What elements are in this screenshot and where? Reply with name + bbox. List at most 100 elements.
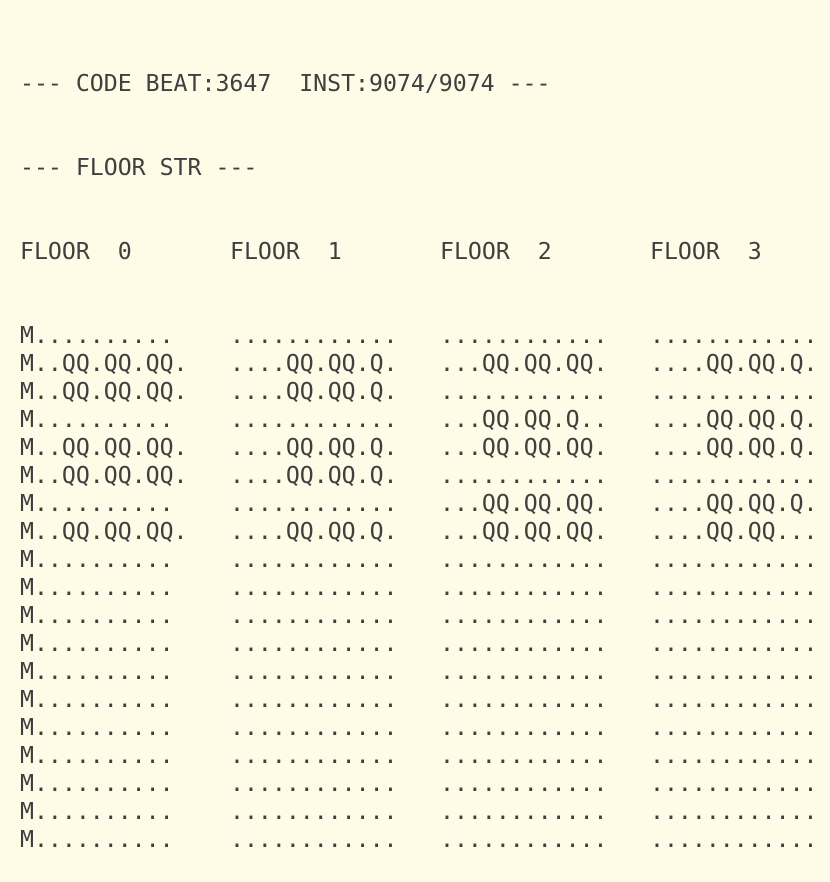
floor-cell: ............ bbox=[650, 630, 818, 657]
floor-cell: M..QQ.QQ.QQ. bbox=[20, 378, 188, 405]
floor-cell: ...QQ.QQ.QQ. bbox=[440, 490, 608, 517]
floor-cell: ............ bbox=[650, 770, 818, 797]
floor-cell: M.......... bbox=[20, 546, 174, 573]
floor-grid-row: M..QQ.QQ.QQ. ....QQ.QQ.Q. ...QQ.QQ.QQ.....… bbox=[20, 434, 830, 462]
floor-cell: M.......... bbox=[20, 630, 174, 657]
floor-grid-row: M.......................................… bbox=[20, 658, 830, 686]
floor-cell: ............ bbox=[440, 602, 608, 629]
floor-cell: ............ bbox=[650, 574, 818, 601]
floor-cell: ....QQ.QQ... bbox=[650, 518, 818, 545]
floor-cell: ............ bbox=[230, 406, 398, 433]
floor-cell: ............ bbox=[650, 826, 818, 853]
floor-grid-row: M.......................................… bbox=[20, 742, 830, 770]
floor-cell: ............ bbox=[650, 686, 818, 713]
floor-cell: ............ bbox=[230, 798, 398, 825]
code-beat-header: --- CODE BEAT:3647 INST:9074/9074 --- bbox=[20, 70, 551, 97]
floor-cell: M.......... bbox=[20, 798, 174, 825]
floor-cell: ............ bbox=[650, 546, 818, 573]
floor-cell: ............ bbox=[440, 826, 608, 853]
floor-cell: M.......... bbox=[20, 406, 174, 433]
floor-cell: ............ bbox=[230, 322, 398, 349]
floor-cell: M.......... bbox=[20, 658, 174, 685]
floor-cell: ............ bbox=[440, 742, 608, 769]
floor-cell: ............ bbox=[230, 714, 398, 741]
floor-grid: M.......................................… bbox=[20, 322, 830, 854]
floor-cell: ............ bbox=[230, 826, 398, 853]
floor-cell: ...QQ.QQ.QQ. bbox=[440, 518, 608, 545]
floor-cell: ............ bbox=[440, 378, 608, 405]
floor-cell: ............ bbox=[440, 658, 608, 685]
floor-cell: M.......... bbox=[20, 490, 174, 517]
floor-cell: ....QQ.QQ.Q. bbox=[230, 434, 398, 461]
floor-grid-row: M..QQ.QQ.QQ. ....QQ.QQ.Q.................… bbox=[20, 462, 830, 490]
floor-label: FLOOR 0 bbox=[20, 238, 132, 265]
floor-cell: ............ bbox=[230, 546, 398, 573]
floor-cell: ............ bbox=[230, 490, 398, 517]
floor-cell: ............ bbox=[230, 574, 398, 601]
floor-str-header: --- FLOOR STR --- bbox=[20, 154, 258, 181]
floor-cell: ............ bbox=[440, 714, 608, 741]
floor-grid-row: M.......................................… bbox=[20, 630, 830, 658]
floor-cell: M.......... bbox=[20, 714, 174, 741]
floor-cell: M..QQ.QQ.QQ. bbox=[20, 462, 188, 489]
floor-grid-row: M.......................................… bbox=[20, 546, 830, 574]
floor-grid-row: M.......................................… bbox=[20, 826, 830, 854]
floor-cell: ....QQ.QQ.Q. bbox=[230, 378, 398, 405]
floor-cell: ............ bbox=[650, 322, 818, 349]
floor-cell: M..QQ.QQ.QQ. bbox=[20, 518, 188, 545]
floor-cell: ....QQ.QQ.Q. bbox=[230, 518, 398, 545]
floor-cell: ............ bbox=[440, 546, 608, 573]
floor-cell: ............ bbox=[650, 798, 818, 825]
floor-cell: M..QQ.QQ.QQ. bbox=[20, 434, 188, 461]
floor-cell: M.......... bbox=[20, 574, 174, 601]
floor-grid-row: M.......................................… bbox=[20, 686, 830, 714]
floor-label: FLOOR 2 bbox=[440, 238, 552, 265]
floor-cell: ............ bbox=[650, 462, 818, 489]
floor-cell: ............ bbox=[440, 322, 608, 349]
floor-cell: ....QQ.QQ.Q. bbox=[650, 434, 818, 461]
floor-cell: ............ bbox=[230, 630, 398, 657]
floor-grid-row: M...................... ...QQ.QQ.QQ. ....Q… bbox=[20, 490, 830, 518]
floor-cell: ....QQ.QQ.Q. bbox=[230, 350, 398, 377]
floor-cell: ............ bbox=[230, 742, 398, 769]
floor-cell: ............ bbox=[440, 770, 608, 797]
floor-grid-row: M.......................................… bbox=[20, 574, 830, 602]
floor-cell: ...QQ.QQ.QQ. bbox=[440, 350, 608, 377]
floor-cell: ............ bbox=[230, 602, 398, 629]
floor-cell: ............ bbox=[650, 714, 818, 741]
floor-grid-row: M.......................................… bbox=[20, 322, 830, 350]
floor-grid-row: M.......................................… bbox=[20, 798, 830, 826]
floor-cell: ...QQ.QQ.QQ. bbox=[440, 434, 608, 461]
floor-cell: ............ bbox=[650, 742, 818, 769]
floor-cell: ....QQ.QQ.Q. bbox=[230, 462, 398, 489]
floor-cell: M.......... bbox=[20, 322, 174, 349]
floor-cell: ............ bbox=[440, 462, 608, 489]
floor-cell: ............ bbox=[440, 630, 608, 657]
floor-cell: ............ bbox=[440, 798, 608, 825]
floor-cell: ............ bbox=[650, 602, 818, 629]
floor-cell: ............ bbox=[230, 658, 398, 685]
floor-label: FLOOR 3 bbox=[650, 238, 762, 265]
floor-cell: ............ bbox=[440, 686, 608, 713]
floor-cell: ....QQ.QQ.Q. bbox=[650, 406, 818, 433]
floor-grid-row: M.......................................… bbox=[20, 770, 830, 798]
floor-grid-row: M.......................................… bbox=[20, 714, 830, 742]
floor-grid-row: M..QQ.QQ.QQ. ....QQ.QQ.Q. ...QQ.QQ.QQ.....… bbox=[20, 518, 830, 546]
floor-grid-row: M.......................................… bbox=[20, 602, 830, 630]
floor-grid-row: M..QQ.QQ.QQ. ....QQ.QQ.Q. ...QQ.QQ.QQ.....… bbox=[20, 350, 830, 378]
floor-cell: M.......... bbox=[20, 686, 174, 713]
floor-cell: ....QQ.QQ.Q. bbox=[650, 350, 818, 377]
floor-grid-row: M..QQ.QQ.QQ. ....QQ.QQ.Q.................… bbox=[20, 378, 830, 406]
terminal-screen: --- CODE BEAT:3647 INST:9074/9074 --- --… bbox=[20, 14, 830, 882]
floor-cell: ...QQ.QQ.Q.. bbox=[440, 406, 608, 433]
floor-cell: ............ bbox=[650, 658, 818, 685]
floor-cell: M.......... bbox=[20, 602, 174, 629]
floor-label: FLOOR 1 bbox=[230, 238, 342, 265]
floor-cell: ....QQ.QQ.Q. bbox=[650, 490, 818, 517]
floor-labels-row: FLOOR 0 FLOOR 1 FLOOR 2 FLOOR 3 bbox=[20, 238, 830, 266]
floor-cell: M.......... bbox=[20, 770, 174, 797]
floor-cell: M.......... bbox=[20, 742, 174, 769]
floor-cell: ............ bbox=[650, 378, 818, 405]
floor-grid-row: M...................... ...QQ.QQ.Q.. ....Q… bbox=[20, 406, 830, 434]
floor-cell: M.......... bbox=[20, 826, 174, 853]
